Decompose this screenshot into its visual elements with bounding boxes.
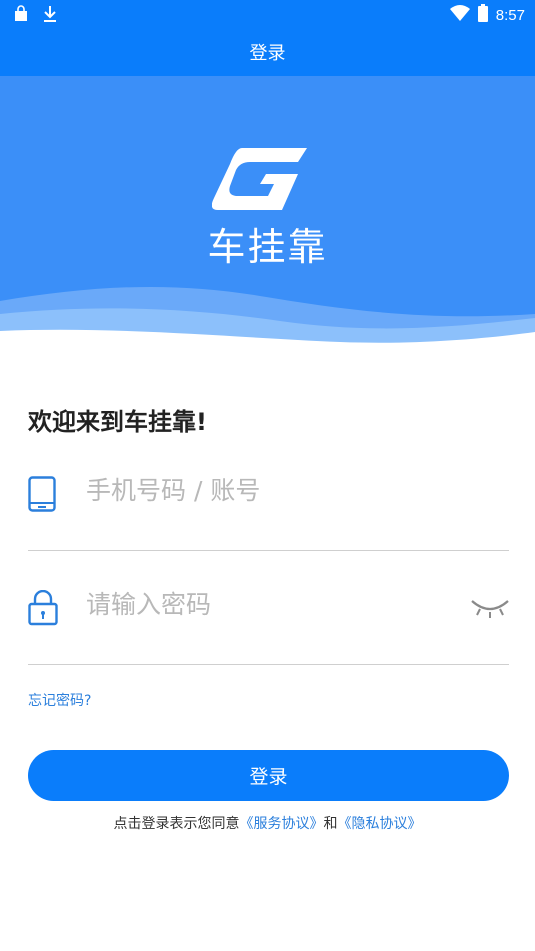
wifi-icon	[449, 5, 470, 25]
agreement-conjunction: 和	[323, 816, 338, 832]
status-left-icons	[12, 5, 58, 27]
navbar: 登录	[0, 28, 535, 76]
agreement-prefix: 点击登录表示您同意	[113, 816, 240, 832]
shopping-bag-icon	[12, 5, 30, 27]
download-icon	[42, 5, 58, 27]
battery-icon	[477, 4, 488, 26]
agreement-text: 点击登录表示您同意《服务协议》和《隐私协议》	[0, 813, 535, 833]
brand-logo-g-icon	[211, 146, 308, 216]
password-divider	[28, 664, 509, 665]
lock-icon	[28, 589, 58, 630]
phone-divider	[28, 550, 509, 551]
forgot-password-link[interactable]: 忘记密码?	[28, 690, 91, 710]
password-input[interactable]	[86, 590, 446, 619]
welcome-heading: 欢迎来到车挂靠!	[28, 408, 207, 436]
status-right: 8:57	[449, 4, 525, 26]
service-agreement-link[interactable]: 《服务协议》	[240, 816, 324, 832]
eye-closed-icon[interactable]	[470, 595, 510, 623]
status-bar: 8:57	[0, 0, 535, 28]
phone-icon	[28, 476, 56, 516]
login-button[interactable]: 登录	[28, 750, 509, 801]
status-time: 8:57	[495, 6, 525, 24]
brand-name: 车挂靠	[207, 225, 328, 269]
page-title: 登录	[249, 43, 286, 64]
phone-input[interactable]	[86, 476, 446, 505]
hero-banner: 车挂靠	[0, 76, 535, 346]
privacy-agreement-link[interactable]: 《隐私协议》	[338, 816, 422, 832]
